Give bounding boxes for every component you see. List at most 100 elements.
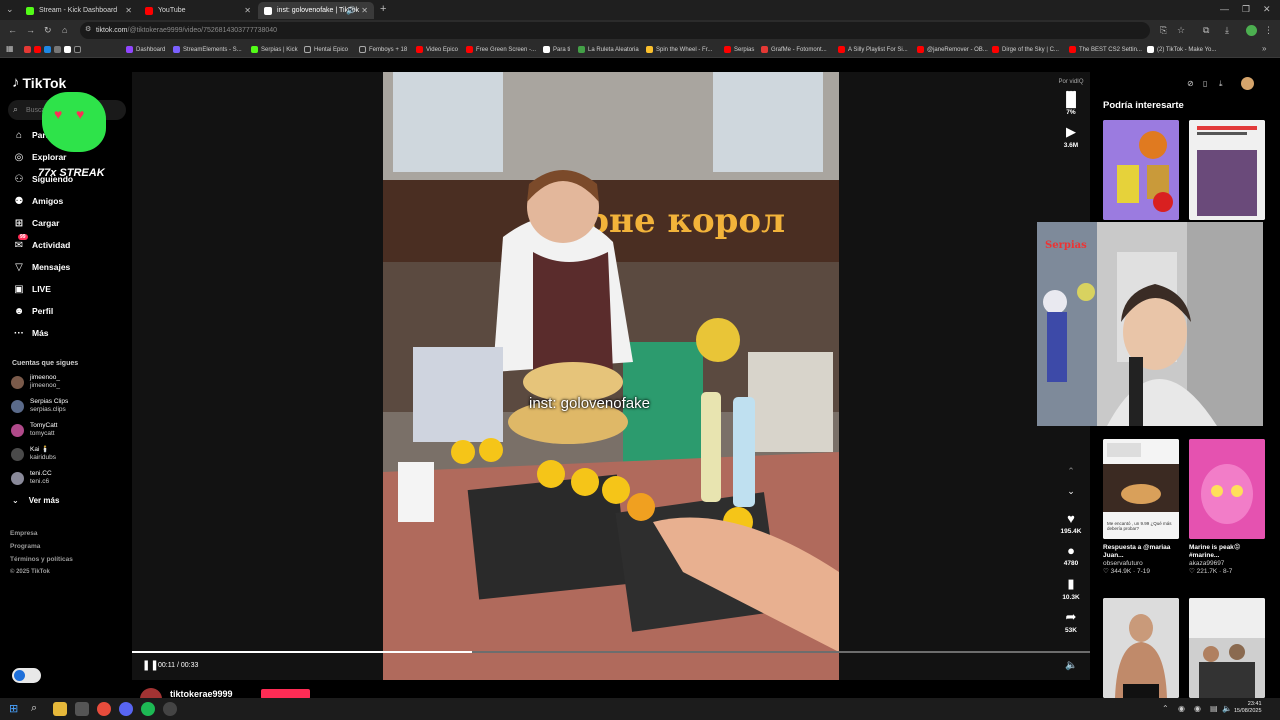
comment-button[interactable]: ● 4780 xyxy=(1058,543,1084,567)
extensions-icon[interactable]: ⧉ xyxy=(1203,25,1209,36)
nav-item-live[interactable]: ▣ LIVE xyxy=(12,281,51,297)
following-account[interactable]: Kai 🕯️ kairidubs xyxy=(11,444,56,464)
restore-window-icon[interactable]: ❐ xyxy=(1242,4,1250,15)
user-avatar[interactable] xyxy=(1241,77,1254,90)
nav-item-mas[interactable]: ··· Más xyxy=(12,325,49,341)
following-account[interactable]: teni.CC teni.c6 xyxy=(11,468,52,488)
tab-tiktok[interactable]: inst: golovenofake | TikTok 🔊 ✕ xyxy=(258,2,374,19)
bookmark-icons-cluster[interactable] xyxy=(24,44,84,55)
bookmark-item[interactable]: Para ti xyxy=(543,44,570,55)
see-more-button[interactable]: ⌄ Ver más xyxy=(12,496,59,505)
network-icon[interactable]: ▤ xyxy=(1210,704,1218,713)
nav-item-actividad[interactable]: ✉ 99 Actividad xyxy=(12,234,70,253)
profile-avatar-icon[interactable] xyxy=(1246,25,1257,36)
recommended-thumb[interactable] xyxy=(1189,439,1265,539)
downloads-icon[interactable]: ⤓ xyxy=(1225,25,1229,36)
obs-icon[interactable] xyxy=(163,702,177,716)
views-button[interactable]: ▶ 3.6M xyxy=(1058,124,1084,149)
tab-search-icon[interactable]: ⌄ xyxy=(6,4,14,15)
home-icon[interactable]: ⌂ xyxy=(62,25,67,35)
close-tab-icon[interactable]: ✕ xyxy=(361,6,368,15)
theme-toggle[interactable] xyxy=(12,668,41,683)
bookmark-item[interactable]: The BEST CS2 Settin... xyxy=(1069,44,1142,55)
tab-youtube[interactable]: YouTube ✕ xyxy=(139,2,257,19)
discord-icon[interactable] xyxy=(119,702,133,716)
bookmark-item[interactable]: Serpias xyxy=(724,44,754,55)
footer-link-terminos[interactable]: Términos y políticas xyxy=(10,556,73,563)
windows-start-icon[interactable]: ⊞ xyxy=(9,702,23,716)
recommended-thumb[interactable] xyxy=(1103,598,1179,698)
url-input[interactable]: ⚙ tiktok.com/@tiktokerae9999/video/75268… xyxy=(80,22,1150,39)
recommended-thumb[interactable]: Me encantó , un 9.99 ¿Qué más debería pr… xyxy=(1103,439,1179,539)
volume-icon[interactable]: 🔈 xyxy=(1065,660,1077,671)
bookmark-item[interactable]: Spin the Wheel - Fr... xyxy=(646,44,712,55)
recommended-thumb[interactable] xyxy=(1103,120,1179,220)
following-account[interactable]: Serpias Clips serpias.clips xyxy=(11,396,68,416)
more-bookmarks-icon[interactable]: » xyxy=(1262,44,1266,53)
video-player[interactable]: Сирне корол inst: golovenofake ❚❚ 00:11 … xyxy=(132,72,1090,680)
install-app-icon[interactable]: ⎘ xyxy=(1160,25,1167,36)
following-account[interactable]: jimeenoo_ jimeenoo_ xyxy=(11,372,60,392)
new-tab-icon[interactable]: + xyxy=(380,3,386,15)
browser-menu-icon[interactable]: ⋮ xyxy=(1264,25,1273,36)
bookmark-item[interactable]: Dirge of the Sky | C... xyxy=(992,44,1059,55)
device-icon[interactable]: ▯ xyxy=(1203,79,1207,88)
reload-icon[interactable]: ↻ xyxy=(44,25,52,36)
audio-playing-icon[interactable]: 🔊 xyxy=(346,6,356,15)
bookmark-folder[interactable]: Femboys + 18 xyxy=(359,44,407,55)
nav-item-amigos[interactable]: ⚉ Amigos xyxy=(12,193,64,209)
tray-chevron-icon[interactable]: ⌃ xyxy=(1162,704,1169,713)
nav-item-perfil[interactable]: ☻ Perfil xyxy=(12,303,54,319)
speaker-icon[interactable]: 🔈 xyxy=(1222,704,1232,713)
save-button[interactable]: ▮ 10.3K xyxy=(1058,576,1084,601)
close-tab-icon[interactable]: ✕ xyxy=(125,6,132,15)
bookmark-item[interactable]: (2) TikTok - Make Yo... xyxy=(1147,44,1216,55)
site-info-icon[interactable]: ⚙ xyxy=(85,25,91,33)
recommended-meta[interactable]: Respuesta a @mariaa Juan... observafutur… xyxy=(1103,544,1183,576)
recommended-thumb[interactable] xyxy=(1189,598,1265,698)
footer-link-empresa[interactable]: Empresa xyxy=(10,530,37,537)
share-button[interactable]: ➦ 53K xyxy=(1058,609,1084,634)
coins-icon[interactable]: ⊘ xyxy=(1187,79,1194,88)
bookmark-item[interactable]: StreamElements - S... xyxy=(173,44,242,55)
nav-item-cargar[interactable]: ⊞ Cargar xyxy=(12,215,60,231)
recommended-meta[interactable]: Marine is peak😡 #marine... akaza99697 ♡ … xyxy=(1189,544,1269,576)
footer-link-programa[interactable]: Programa xyxy=(10,543,40,550)
bookmark-item[interactable]: Serpias | Kick xyxy=(251,44,298,55)
back-icon[interactable]: ← xyxy=(8,25,17,35)
like-button[interactable]: ♥ 195.4K xyxy=(1058,511,1084,535)
video-frame[interactable]: Сирне корол inst: golovenofake xyxy=(383,72,839,680)
spotify-icon[interactable] xyxy=(141,702,155,716)
taskview-icon[interactable] xyxy=(75,702,89,716)
file-explorer-icon[interactable] xyxy=(53,702,67,716)
system-clock[interactable]: 23:41 15/08/2025 xyxy=(1234,701,1262,715)
pause-icon[interactable]: ❚❚ xyxy=(142,660,159,671)
next-video-button[interactable]: ⌄ xyxy=(1058,486,1084,497)
bookmark-folder[interactable]: Hentai Epico xyxy=(304,44,348,55)
download-icon[interactable]: ⤓ xyxy=(1219,79,1223,89)
previous-video-button[interactable]: ⌃ xyxy=(1058,466,1084,477)
tray-app-icon[interactable]: ◉ xyxy=(1178,704,1185,713)
search-icon[interactable]: ⌕ xyxy=(31,702,45,716)
close-tab-icon[interactable]: ✕ xyxy=(244,6,251,15)
bookmark-item[interactable]: Dashboard xyxy=(126,44,165,55)
nav-item-mensajes[interactable]: ▽ Mensajes xyxy=(12,259,70,275)
bookmark-item[interactable]: A Silly Playlist For Si... xyxy=(838,44,908,55)
bookmark-item[interactable]: Video Epico xyxy=(416,44,458,55)
recommended-thumb[interactable] xyxy=(1189,120,1265,220)
forward-icon[interactable]: → xyxy=(26,25,35,35)
bookmark-item[interactable]: @janeRemover - OB... xyxy=(917,44,988,55)
tray-app-icon[interactable]: ◉ xyxy=(1194,704,1201,713)
bookmark-star-icon[interactable]: ☆ xyxy=(1177,25,1185,36)
chrome-icon[interactable] xyxy=(97,702,111,716)
following-account[interactable]: TomyCatt tomycatt xyxy=(11,420,57,440)
bookmark-item[interactable]: Free Green Screen -... xyxy=(466,44,536,55)
tab-kick-dashboard[interactable]: Stream - Kick Dashboard ✕ xyxy=(20,2,138,19)
progress-bar[interactable] xyxy=(132,651,1090,653)
minimize-window-icon[interactable]: — xyxy=(1220,4,1229,14)
bookmark-item[interactable]: GrafMe - Fotomont... xyxy=(761,44,827,55)
apps-grid-icon[interactable]: ▦ xyxy=(6,44,14,53)
close-window-icon[interactable]: ✕ xyxy=(1263,4,1271,15)
vidiq-score-button[interactable]: ▐▌ 7% xyxy=(1058,91,1084,116)
bookmark-item[interactable]: La Ruleta Aleatoria xyxy=(578,44,639,55)
